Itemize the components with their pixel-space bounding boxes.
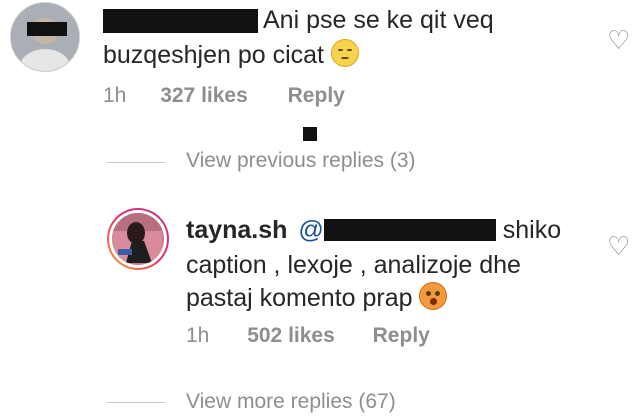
comment-2-likes[interactable]: 502 likes bbox=[247, 324, 335, 347]
avatar-photo bbox=[11, 3, 79, 71]
hushed-face-icon bbox=[419, 282, 448, 310]
avatar-tayna[interactable] bbox=[107, 208, 169, 270]
comment-2-time: 1h bbox=[186, 324, 210, 347]
redacted-mention bbox=[323, 219, 496, 241]
comment-1-text-line1: Ani pse se ke qit veq bbox=[263, 3, 494, 37]
view-previous-replies-button[interactable]: View previous replies (3) bbox=[186, 149, 416, 173]
redacted-username-1 bbox=[103, 9, 258, 33]
replies-divider-1 bbox=[107, 162, 165, 163]
comment-1-meta: 1h 327 likes Reply bbox=[103, 84, 345, 108]
comment-1-time: 1h bbox=[103, 84, 127, 107]
comment-1-text-cont: buzqeshjen po cicat bbox=[103, 41, 324, 69]
avatar-tayna-photo bbox=[112, 213, 164, 265]
mention-at: @ bbox=[298, 216, 324, 244]
comment-1-text-line2: buzqeshjen po cicat bbox=[103, 38, 359, 72]
comment-2-line3: pastaj komento prap bbox=[186, 281, 448, 315]
comment-2-line1: tayna.sh @ shiko bbox=[186, 213, 561, 247]
like-heart-icon[interactable]: ♡ bbox=[607, 27, 630, 53]
redacted-mark bbox=[303, 127, 317, 141]
like-heart-icon-2[interactable]: ♡ bbox=[607, 233, 630, 259]
replies-divider-2 bbox=[107, 402, 165, 403]
view-more-replies-button[interactable]: View more replies (67) bbox=[186, 390, 396, 414]
relieved-face-icon bbox=[330, 39, 359, 67]
comment-1-text: Ani pse se ke qit veq bbox=[263, 6, 494, 34]
comment-2-text-cont: caption , lexoje , analizoje dhe bbox=[186, 251, 521, 279]
comment-2-line2: caption , lexoje , analizoje dhe bbox=[186, 248, 521, 282]
comment-1-likes[interactable]: 327 likes bbox=[160, 84, 248, 107]
comment-2-reply-button[interactable]: Reply bbox=[373, 324, 430, 347]
comment-2-text-end: pastaj komento prap bbox=[186, 284, 413, 312]
comment-2-username[interactable]: tayna.sh bbox=[186, 216, 287, 244]
avatar-tayna-image bbox=[112, 213, 162, 263]
comment-1-reply-button[interactable]: Reply bbox=[288, 84, 345, 107]
comment-2-text: shiko bbox=[502, 216, 562, 244]
comment-2-mention[interactable]: @ bbox=[298, 216, 496, 244]
avatar-commenter-1[interactable] bbox=[10, 2, 80, 72]
comment-2-meta: 1h 502 likes Reply bbox=[186, 324, 430, 348]
